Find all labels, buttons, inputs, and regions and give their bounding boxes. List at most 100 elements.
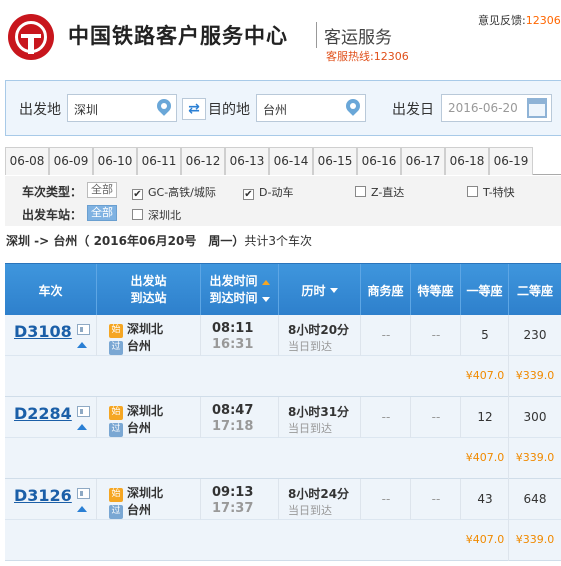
col-train: 车次	[5, 264, 97, 316]
col-duration-sort[interactable]: 历时	[279, 264, 361, 316]
train-number-link[interactable]: D2284	[14, 404, 72, 423]
table-row[interactable]: D3108 始深圳北 过台州 08:11 16:31 8小时20分 当日到达 -…	[5, 315, 561, 356]
expand-stops-icon[interactable]	[77, 342, 87, 348]
second-class-seats: 230	[523, 328, 547, 342]
from-station-input[interactable]: 深圳	[67, 94, 177, 122]
arrival-day: 当日到达	[288, 340, 332, 353]
train-type-all-button[interactable]: 全部	[87, 182, 117, 198]
from-label: 出发地	[19, 102, 61, 118]
table-row[interactable]: D2284 始深圳北 过台州 08:47 17:18 8小时31分 当日到达 -…	[5, 397, 561, 438]
date-tab[interactable]: 06-11	[137, 147, 181, 175]
date-tab[interactable]: 06-13	[225, 147, 269, 175]
via-badge: 过	[109, 341, 123, 355]
business-seats: --	[381, 410, 391, 424]
arrival-day: 当日到达	[288, 422, 332, 435]
date-tab[interactable]: 06-17	[401, 147, 445, 175]
origin-badge: 始	[109, 324, 123, 338]
train-info-icon[interactable]	[77, 406, 90, 417]
arrival-time: 16:31	[212, 337, 254, 352]
station-all-button[interactable]: 全部	[87, 205, 117, 221]
second-class-price: ¥339.0	[515, 451, 555, 464]
checkbox-icon	[355, 186, 366, 197]
site-title: 中国铁路客户服务中心	[68, 24, 288, 48]
duration: 8小时20分	[288, 323, 350, 337]
second-class-price: ¥339.0	[515, 533, 555, 546]
price-row: ¥407.0 ¥339.0	[5, 438, 561, 479]
filter-t-checkbox[interactable]: T-特快	[467, 184, 515, 200]
result-summary: 深圳 -> 台州（ 2016年06月20号 周一）共计3个车次	[6, 234, 313, 248]
calendar-icon	[527, 98, 547, 118]
date-tab[interactable]: 06-14	[269, 147, 313, 175]
expand-stops-icon[interactable]	[77, 506, 87, 512]
railway-logo-icon	[8, 14, 54, 60]
duration: 8小时24分	[288, 487, 350, 501]
table-row[interactable]: D3126 始深圳北 过台州 09:13 17:37 8小时24分 当日到达 -…	[5, 479, 561, 520]
arrival-day: 当日到达	[288, 504, 332, 517]
location-pin-icon	[343, 96, 363, 116]
train-type-label: 车次类型：	[22, 185, 83, 199]
sort-asc-icon	[261, 280, 270, 285]
date-tab[interactable]: 06-12	[181, 147, 225, 175]
col-second-class: 二等座	[516, 283, 553, 298]
arrival-time: 17:18	[212, 419, 254, 434]
col-premium: 特等座	[411, 264, 461, 316]
premium-seats: --	[431, 410, 441, 424]
via-badge: 过	[109, 423, 123, 437]
swap-stations-button[interactable]: ⇄	[182, 98, 206, 120]
second-class-price: ¥339.0	[515, 369, 555, 382]
departure-date-input[interactable]: 2016-06-20	[441, 94, 552, 122]
second-class-seats: 300	[523, 410, 547, 424]
to-station-input[interactable]: 台州	[256, 94, 366, 122]
filter-d-checkbox[interactable]: ✔ D-动车	[243, 184, 293, 200]
duration: 8小时31分	[288, 405, 350, 419]
price-row: ¥407.0 ¥339.0	[5, 520, 561, 561]
date-tabs: 06-08 06-09 06-10 06-11 06-12 06-13 06-1…	[5, 147, 561, 175]
from-station: 始深圳北	[109, 320, 163, 338]
station-shenzhenbei-checkbox[interactable]: 深圳北	[132, 207, 181, 223]
from-station: 始深圳北	[109, 484, 163, 502]
departure-time: 08:47	[212, 403, 254, 418]
date-tab[interactable]: 06-09	[49, 147, 93, 175]
site-subtitle: 客运服务	[324, 28, 392, 48]
date-label: 出发日	[392, 102, 434, 118]
filter-z-checkbox[interactable]: Z-直达	[355, 184, 404, 200]
date-tab[interactable]: 06-08	[5, 147, 49, 175]
from-station: 始深圳北	[109, 402, 163, 420]
results-table-header: 车次 出发站 到达站 出发时间 到达时间 历时 商务座 特等座 一等座 二等座	[5, 263, 561, 316]
col-time-sort[interactable]: 出发时间 到达时间	[201, 264, 279, 316]
location-pin-icon	[154, 96, 174, 116]
premium-seats: --	[431, 328, 441, 342]
via-badge: 过	[109, 505, 123, 519]
col-business: 商务座	[361, 264, 411, 316]
hotline-text: 客服热线:12306	[326, 50, 409, 63]
search-panel: 出发地 深圳 ⇄ 目的地 台州 出发日 2016-06-20	[5, 80, 561, 136]
date-tab[interactable]: 06-15	[313, 147, 357, 175]
first-class-seats: 5	[481, 328, 489, 342]
train-info-icon[interactable]	[77, 324, 90, 335]
first-class-price: ¥407.0	[465, 369, 505, 382]
header-divider	[316, 22, 317, 48]
to-station: 过台州	[109, 501, 151, 519]
departure-time: 08:11	[212, 321, 254, 336]
site-header: 中国铁路客户服务中心 客运服务 客服热线:12306 意见反馈:12306	[0, 0, 561, 70]
date-tab[interactable]: 06-18	[445, 147, 489, 175]
date-tab[interactable]: 06-10	[93, 147, 137, 175]
checkbox-icon	[132, 209, 143, 220]
first-class-seats: 43	[477, 492, 493, 506]
first-class-price: ¥407.0	[465, 451, 505, 464]
sort-desc-icon	[329, 287, 338, 293]
filter-gc-checkbox[interactable]: ✔ GC-高铁/城际	[132, 184, 216, 200]
date-tab[interactable]: 06-16	[357, 147, 401, 175]
train-info-icon[interactable]	[77, 488, 90, 499]
departure-station-label: 出发车站：	[22, 208, 83, 222]
date-tab[interactable]: 06-19	[489, 147, 533, 175]
expand-stops-icon[interactable]	[77, 424, 87, 430]
checkbox-checked-icon: ✔	[243, 189, 254, 200]
price-row: ¥407.0 ¥339.0	[5, 356, 561, 397]
train-number-link[interactable]: D3126	[14, 486, 72, 505]
train-number-link[interactable]: D3108	[14, 322, 72, 341]
col-station: 出发站 到达站	[97, 264, 201, 316]
feedback-link[interactable]: 意见反馈:12306	[478, 12, 561, 28]
arrival-time: 17:37	[212, 501, 254, 516]
to-station: 过台州	[109, 419, 151, 437]
